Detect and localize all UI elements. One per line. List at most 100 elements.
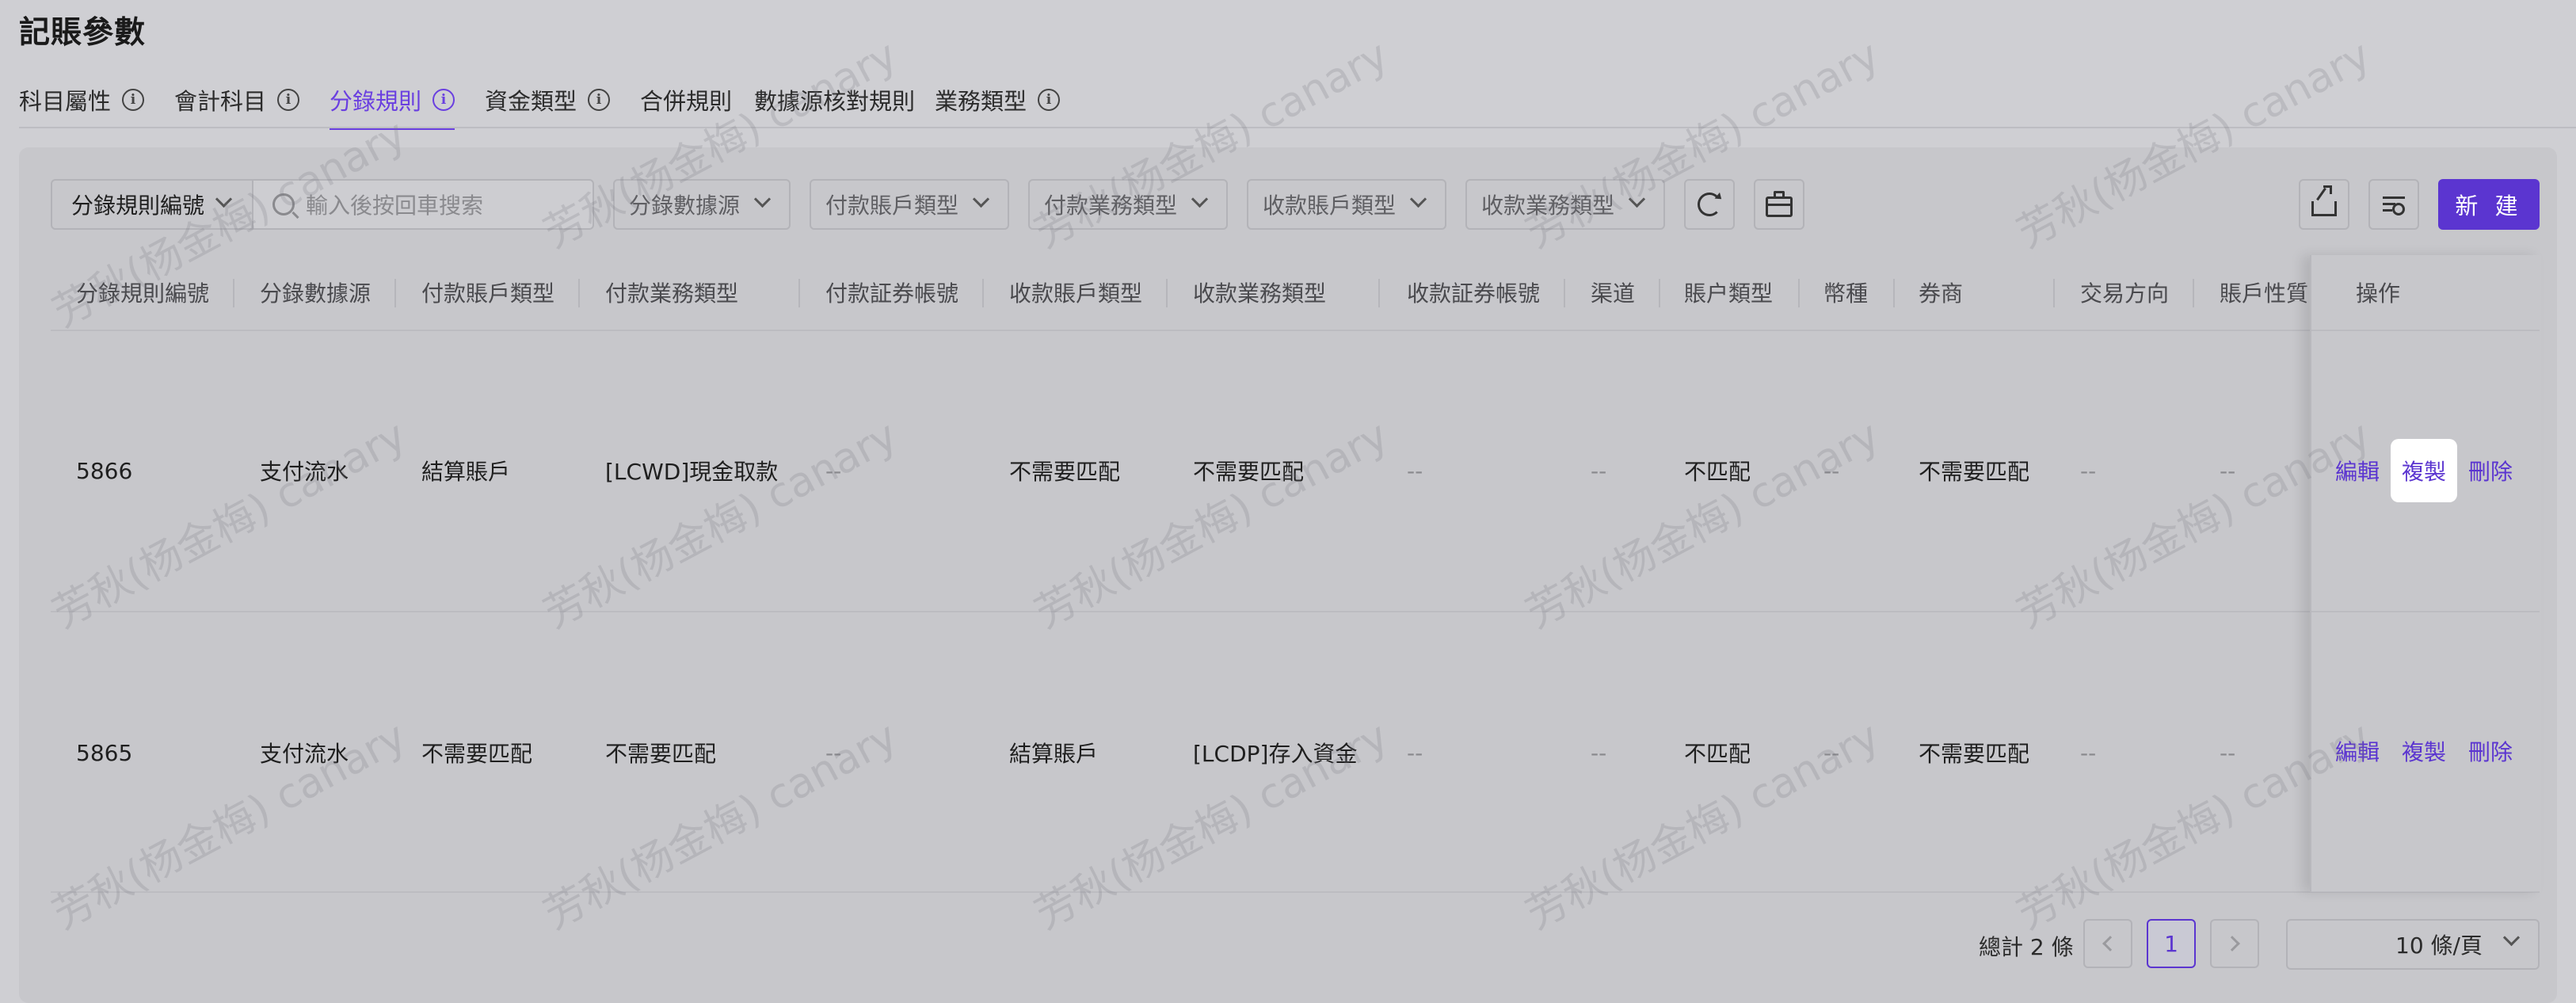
- new-button[interactable]: 新 建: [2438, 179, 2540, 230]
- tab-accounting-subjects[interactable]: 會計科目 i: [174, 73, 300, 127]
- filter-label: 收款賬戶類型: [1263, 193, 1397, 219]
- cell-account-type: 不匹配: [1684, 741, 1751, 767]
- export-button[interactable]: [2299, 179, 2349, 230]
- column-divider: [2053, 279, 2055, 307]
- refresh-icon: [1698, 193, 1721, 216]
- column-divider: [982, 279, 984, 307]
- refresh-button[interactable]: [1684, 179, 1735, 230]
- filter-payer-business-type[interactable]: 付款業務類型: [1028, 179, 1228, 230]
- next-page-button[interactable]: [2210, 919, 2259, 968]
- cell-payee-securities-account: --: [1407, 457, 1423, 484]
- cell-payee-account-type: 不需要匹配: [1009, 459, 1121, 485]
- column-header[interactable]: 券商: [1919, 255, 1963, 330]
- cell-payee-account-type: 結算賬戶: [1009, 741, 1099, 767]
- column-header[interactable]: 分錄數據源: [260, 255, 371, 330]
- column-divider: [1166, 279, 1168, 307]
- tab-label: 合併規則: [640, 88, 733, 115]
- cell-datasource: 支付流水: [260, 741, 349, 767]
- prev-page-button[interactable]: [2083, 919, 2132, 968]
- info-icon[interactable]: i: [588, 89, 611, 111]
- column-header[interactable]: 賬戶性質: [2220, 255, 2308, 330]
- column-header-operations: 操作: [2356, 280, 2401, 307]
- cell-payer-account-type: 不需要匹配: [421, 741, 533, 767]
- column-header[interactable]: 收款業務類型: [1193, 255, 1326, 330]
- tab-label: 數據源核對規則: [754, 88, 916, 115]
- tab-business-types[interactable]: 業務類型 i: [935, 73, 1061, 127]
- column-header[interactable]: 分錄規則編號: [76, 255, 209, 330]
- tab-datasource-check-rules[interactable]: 數據源核對規則: [754, 73, 915, 127]
- search-icon: [272, 193, 295, 215]
- column-settings-button[interactable]: [2368, 179, 2419, 230]
- row-divider: [51, 891, 2540, 893]
- tab-label: 科目屬性: [19, 88, 112, 115]
- info-icon[interactable]: i: [277, 89, 300, 111]
- tab-fund-types[interactable]: 資金類型 i: [485, 73, 611, 127]
- info-icon[interactable]: i: [122, 89, 145, 111]
- column-divider: [233, 279, 234, 307]
- cell-account-nature: --: [2220, 457, 2236, 484]
- search-field-label: 分錄規則編號: [71, 193, 205, 219]
- filter-label: 付款賬戶類型: [825, 193, 959, 219]
- filter-payer-account-type[interactable]: 付款賬戶類型: [810, 179, 1009, 230]
- filter-label: 分錄數據源: [629, 193, 741, 219]
- pagination-total: 總計 2 條: [1979, 934, 2074, 960]
- search-field-select[interactable]: 分錄規則編號: [51, 179, 253, 230]
- chevron-down-icon: [1628, 190, 1646, 208]
- column-header[interactable]: 渠道: [1591, 255, 1635, 330]
- column-header[interactable]: 付款賬戶類型: [421, 255, 554, 330]
- filter-label: 付款業務類型: [1044, 193, 1178, 219]
- search-input[interactable]: 輸入後按回車搜索: [252, 179, 594, 230]
- cell-datasource: 支付流水: [260, 459, 349, 485]
- cell-payer-business-type: 不需要匹配: [605, 741, 717, 767]
- column-header[interactable]: 付款業務類型: [605, 255, 738, 330]
- column-header[interactable]: 收款証券帳號: [1407, 255, 1540, 330]
- tab-label: 分錄規則: [330, 88, 422, 115]
- cell-payer-account-type: 結算賬戶: [421, 459, 511, 485]
- edit-button[interactable]: 編輯: [2335, 719, 2380, 783]
- delete-button[interactable]: 刪除: [2468, 439, 2513, 502]
- page-number-button[interactable]: 1: [2147, 919, 2196, 968]
- column-divider: [2193, 279, 2194, 307]
- column-header[interactable]: 賬户類型: [1684, 255, 1773, 330]
- tab-entry-rules[interactable]: 分錄規則 i: [330, 73, 455, 130]
- tab-subject-attributes[interactable]: 科目屬性 i: [19, 73, 145, 127]
- briefcase-icon: [1766, 191, 1793, 217]
- column-header[interactable]: 收款賬戶類型: [1009, 255, 1142, 330]
- export-icon: [2311, 185, 2337, 216]
- toolbox-button[interactable]: [1754, 179, 1804, 230]
- copy-button[interactable]: 複製: [2402, 719, 2446, 783]
- edit-button[interactable]: 編輯: [2335, 439, 2380, 502]
- column-settings-icon: [2383, 195, 2405, 215]
- page-size-select[interactable]: 10 條/頁: [2286, 919, 2540, 970]
- chevron-down-icon: [1191, 190, 1209, 208]
- cell-payer-business-type: [LCWD]現金取款: [605, 459, 779, 485]
- chevron-down-icon: [2502, 929, 2521, 947]
- column-divider: [1378, 279, 1380, 307]
- cell-payee-securities-account: --: [1407, 739, 1423, 766]
- cell-channel: --: [1591, 457, 1607, 484]
- delete-button[interactable]: 刪除: [2468, 719, 2513, 783]
- info-icon[interactable]: i: [433, 89, 455, 111]
- cell-rule-id: 5866: [76, 457, 133, 484]
- filter-payee-business-type[interactable]: 收款業務類型: [1465, 179, 1665, 230]
- info-icon[interactable]: i: [1038, 89, 1061, 111]
- tab-merge-rules[interactable]: 合併規則: [640, 73, 732, 127]
- tab-label: 會計科目: [174, 88, 267, 115]
- cell-payee-business-type: 不需要匹配: [1193, 459, 1305, 485]
- cell-channel: --: [1591, 739, 1607, 766]
- filter-payee-account-type[interactable]: 收款賬戶類型: [1247, 179, 1446, 230]
- column-header[interactable]: 付款証券帳號: [825, 255, 958, 330]
- filter-label: 收款業務類型: [1481, 193, 1615, 219]
- chevron-down-icon: [753, 190, 772, 208]
- filter-entry-datasource[interactable]: 分錄數據源: [613, 179, 791, 230]
- cell-trade-direction: --: [2080, 739, 2097, 766]
- cell-payee-business-type: [LCDP]存入資金: [1193, 741, 1358, 767]
- page-size-label: 10 條/頁: [2395, 932, 2483, 959]
- cell-broker: 不需要匹配: [1919, 741, 2030, 767]
- column-header[interactable]: 交易方向: [2080, 255, 2169, 330]
- column-header[interactable]: 幣種: [1823, 255, 1868, 330]
- cell-payer-securities-account: --: [825, 457, 842, 484]
- copy-button[interactable]: 複製: [2391, 439, 2458, 502]
- chevron-left-icon: [2102, 936, 2118, 952]
- column-divider: [1798, 279, 1800, 307]
